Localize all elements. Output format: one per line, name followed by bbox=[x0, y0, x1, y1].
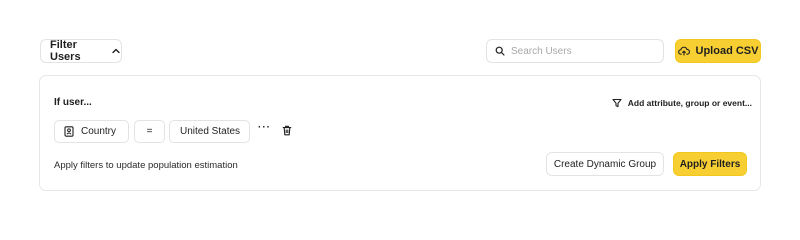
value-field[interactable]: United States bbox=[169, 120, 250, 143]
add-attribute-label: Add attribute, group or event... bbox=[627, 98, 752, 108]
chevron-up-icon bbox=[111, 46, 121, 56]
filter-users-label: Filter Users bbox=[50, 39, 81, 63]
operator-label: = bbox=[146, 126, 153, 137]
population-estimation-text: Apply filters to update population estim… bbox=[54, 160, 238, 171]
cloud-upload-icon bbox=[677, 46, 690, 56]
apply-filters-label: Apply Filters bbox=[679, 158, 741, 170]
more-options-button[interactable]: ··· bbox=[258, 122, 271, 133]
trash-icon[interactable] bbox=[282, 125, 292, 136]
filter-users-button[interactable]: Filter Users bbox=[40, 39, 122, 63]
attribute-label: Country bbox=[81, 126, 117, 137]
funnel-icon bbox=[612, 98, 622, 108]
attribute-select[interactable]: Country bbox=[54, 120, 129, 143]
create-dynamic-group-button[interactable]: Create Dynamic Group bbox=[546, 152, 664, 176]
upload-csv-button[interactable]: Upload CSV bbox=[675, 39, 761, 63]
filter-heading: If user... bbox=[54, 97, 92, 108]
search-icon bbox=[495, 46, 505, 56]
add-attribute-button[interactable]: Add attribute, group or event... bbox=[612, 98, 752, 108]
search-users-input[interactable] bbox=[511, 45, 651, 57]
value-label: United States bbox=[180, 126, 241, 137]
contact-card-icon bbox=[64, 126, 74, 137]
upload-csv-label: Upload CSV bbox=[695, 45, 759, 57]
create-dynamic-group-label: Create Dynamic Group bbox=[553, 158, 657, 170]
apply-filters-button[interactable]: Apply Filters bbox=[673, 152, 747, 176]
operator-select[interactable]: = bbox=[134, 120, 165, 143]
search-users-field[interactable] bbox=[486, 39, 664, 63]
filter-panel: If user... Add attribute, group or event… bbox=[39, 75, 761, 191]
